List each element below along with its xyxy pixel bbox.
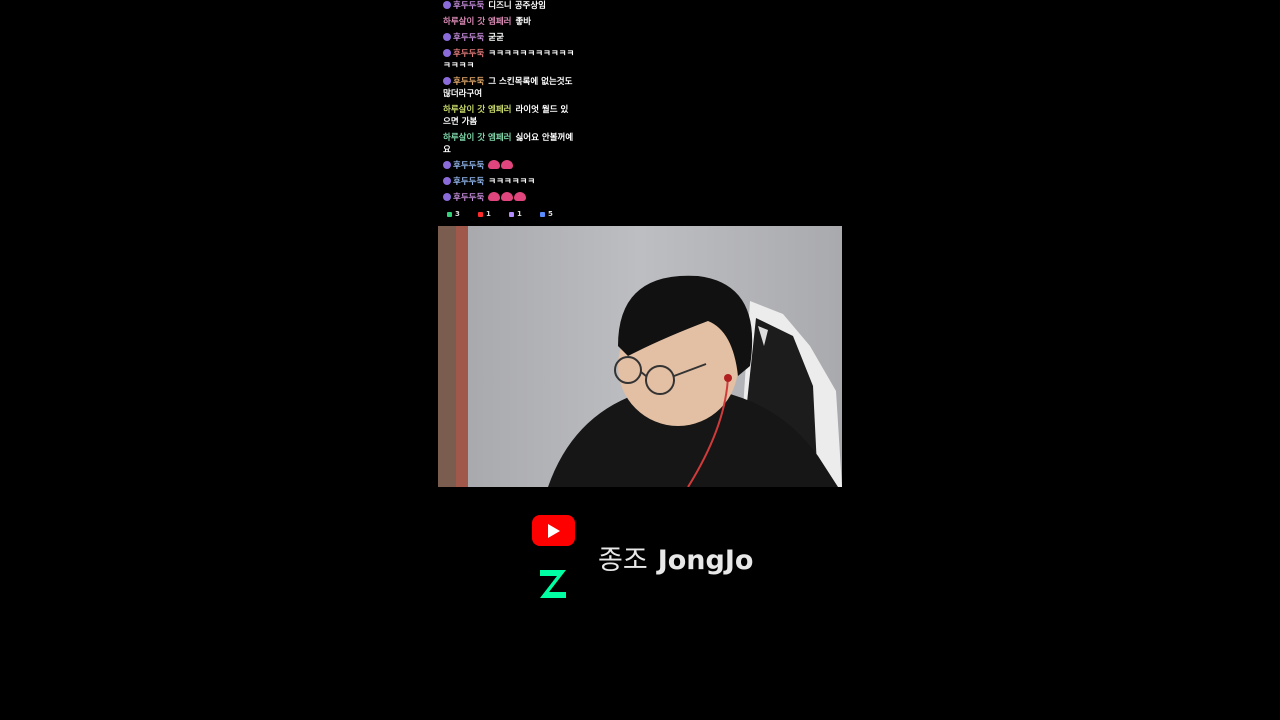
chat-message: 후두두둑 ㅋㅋㅋㅋㅋㅋ — [443, 176, 575, 188]
chat-message: 후두두둑 ㅋㅋㅋㅋㅋㅋㅋㅋㅋㅋㅋㅋㅋㅋㅋ — [443, 48, 575, 72]
chat-nick: 후두두둑 — [453, 1, 485, 11]
chat-icon — [509, 211, 514, 217]
stat-emoji: 5 — [540, 210, 571, 218]
stat-youtube: 1 — [478, 210, 509, 218]
heart-emote-icon — [488, 192, 501, 201]
chat-message: 후두두둑 디즈니 공주상임 — [443, 0, 575, 12]
chat-nick: 후두두둑 — [453, 177, 485, 187]
channel-name-english: JongJo — [657, 545, 754, 576]
heart-emote-icon — [488, 160, 501, 169]
chat-nick: 후두두둑 — [453, 49, 485, 59]
chat-stats-bar: 3 1 1 5 — [447, 210, 571, 218]
chat-message: 후두두둑 굳굳 — [443, 32, 575, 44]
stat-chat: 1 — [509, 210, 540, 218]
chat-nick: 후두두둑 — [453, 161, 485, 171]
chat-text: 좋바 — [515, 17, 532, 27]
chat-text: 굳굳 — [488, 33, 504, 43]
subscriber-badge-icon — [443, 33, 451, 41]
youtube-logo-icon — [532, 515, 575, 546]
channel-name-korean: 종조 — [598, 545, 648, 576]
chat-overlay: 후두두둑 디즈니 공주상임 하루살이 갓 엠페러 좋바 후두두둑 굳굳 후두두둑 ㅋㅋㅋ… — [443, 0, 575, 208]
chat-nick: 후두두둑 — [453, 33, 485, 43]
chat-message: 하루살이 갓 엠페러 싫어요 안볼꺼예요 — [443, 132, 575, 156]
viewer-icon — [447, 211, 452, 217]
chat-nick: 하루살이 갓 엠페러 — [443, 133, 512, 143]
subscriber-badge-icon — [443, 161, 451, 169]
subscriber-badge-icon — [443, 77, 451, 85]
chat-nick: 후두두둑 — [453, 77, 485, 87]
heart-emote-icon — [501, 160, 514, 169]
chat-message: 하루살이 갓 엠페러 좋바 — [443, 16, 575, 28]
subscriber-badge-icon — [443, 1, 451, 9]
chat-nick: 하루살이 갓 엠페러 — [443, 17, 512, 27]
chat-nick: 하루살이 갓 엠페러 — [443, 105, 512, 115]
webcam-frame — [438, 226, 842, 487]
chat-text: ㅋㅋㅋㅋㅋㅋ — [488, 177, 536, 187]
chat-text: 디즈니 공주상임 — [488, 1, 546, 11]
heart-emote-icon — [501, 192, 514, 201]
channel-name: 종조 JongJo — [598, 538, 753, 577]
chat-message: 후두두둑 그 스킨목록에 없는것도 많더라구여 — [443, 76, 575, 100]
subscriber-badge-icon — [443, 193, 451, 201]
subscriber-badge-icon — [443, 49, 451, 57]
chat-message: 후두두둑 — [443, 192, 575, 204]
subscriber-badge-icon — [443, 177, 451, 185]
youtube-icon — [478, 211, 483, 217]
chat-message: 하루살이 갓 엠페러 라이엇 월드 있으면 가봄 — [443, 104, 575, 128]
chat-nick: 후두두둑 — [453, 193, 485, 203]
stat-viewers: 3 — [447, 210, 478, 218]
webcam-video — [438, 226, 842, 487]
emoji-icon — [540, 211, 545, 217]
chzzk-logo-icon — [540, 570, 566, 598]
heart-emote-icon — [514, 192, 527, 201]
chat-message: 후두두둑 — [443, 160, 575, 172]
